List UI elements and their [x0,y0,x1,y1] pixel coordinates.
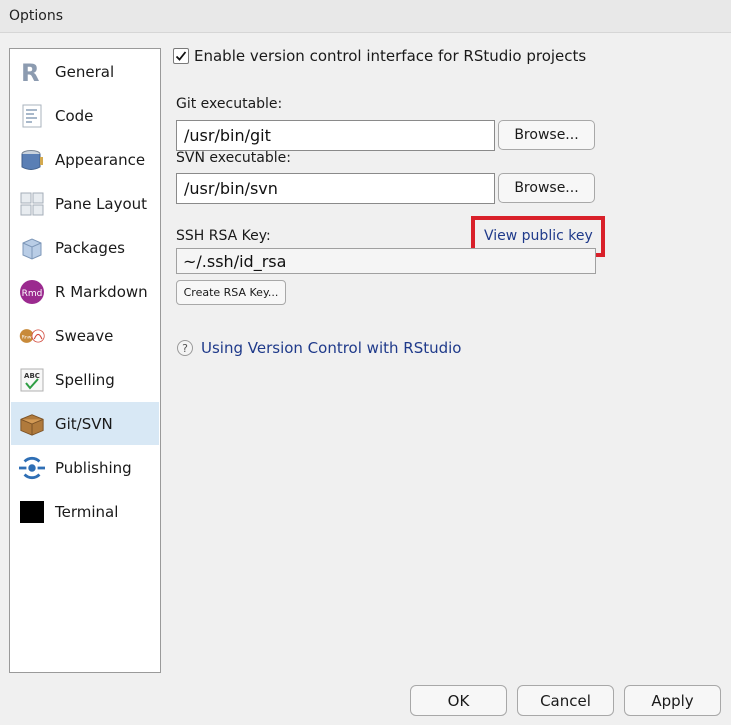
version-control-help-link[interactable]: Using Version Control with RStudio [201,339,461,357]
sidebar-item-r-markdown[interactable]: Rmd R Markdown [11,270,159,313]
code-document-icon [19,103,45,129]
spelling-abc-icon: ABC [19,367,45,393]
window-title: Options [9,8,64,24]
sidebar-item-label: General [55,62,115,81]
git-svn-panel: Enable version control interface for RSt… [161,33,731,673]
sidebar-item-appearance[interactable]: Appearance [11,138,159,181]
sidebar-item-packages[interactable]: Packages [11,226,159,269]
sidebar-item-label: Terminal [55,502,119,521]
sidebar-item-label: Sweave [55,326,114,345]
apply-button[interactable]: Apply [624,685,721,716]
sidebar-item-label: Publishing [55,458,132,477]
paint-bucket-icon [19,147,45,173]
checkmark-icon [175,51,187,61]
view-public-key-link[interactable]: View public key [484,228,593,244]
svg-text:Rnw: Rnw [22,334,32,340]
svg-text:R: R [21,59,39,85]
package-box-icon [19,235,45,261]
ssh-rsa-key-field: ~/.ssh/id_rsa [176,248,596,274]
ssh-rsa-key-label: SSH RSA Key: [176,228,271,244]
help-row[interactable]: ? Using Version Control with RStudio [177,339,461,357]
cancel-button[interactable]: Cancel [517,685,614,716]
ok-button[interactable]: OK [410,685,507,716]
git-browse-button[interactable]: Browse... [498,120,595,150]
sidebar-item-publishing[interactable]: Publishing [11,446,159,489]
svn-executable-label: SVN executable: [176,150,291,166]
options-sidebar: R General Code Appearance Pane Layout Pa… [9,48,161,673]
rmd-icon: Rmd [19,279,45,305]
create-rsa-key-button[interactable]: Create RSA Key... [176,280,286,305]
enable-vcs-checkbox[interactable] [173,48,189,64]
sidebar-item-general[interactable]: R General [11,50,159,93]
svn-executable-input[interactable] [176,173,495,204]
sidebar-item-sweave[interactable]: Rnw Sweave [11,314,159,357]
sidebar-item-label: Spelling [55,370,115,389]
svg-text:Rmd: Rmd [22,289,43,299]
git-executable-input[interactable] [176,120,495,151]
r-logo-icon: R [19,59,45,85]
sidebar-item-label: Git/SVN [55,414,113,433]
title-bar: Options [0,0,731,33]
help-question-icon: ? [177,340,193,356]
sweave-icon: Rnw [19,323,45,349]
enable-vcs-row[interactable]: Enable version control interface for RSt… [173,47,586,65]
sidebar-item-terminal[interactable]: Terminal [11,490,159,533]
sidebar-item-label: Appearance [55,150,146,169]
sidebar-item-label: Pane Layout [55,194,148,213]
sidebar-item-git-svn[interactable]: Git/SVN [11,402,159,445]
git-executable-label: Git executable: [176,96,283,112]
sidebar-item-pane-layout[interactable]: Pane Layout [11,182,159,225]
sidebar-item-spelling[interactable]: ABC Spelling [11,358,159,401]
svn-browse-button[interactable]: Browse... [498,173,595,203]
pane-layout-icon [19,191,45,217]
sidebar-item-label: Packages [55,238,125,257]
git-box-icon [19,411,45,437]
sidebar-item-code[interactable]: Code [11,94,159,137]
enable-vcs-label: Enable version control interface for RSt… [194,47,587,65]
sidebar-item-label: Code [55,106,94,125]
sidebar-item-label: R Markdown [55,282,148,301]
publishing-icon [19,455,45,481]
terminal-icon [19,499,45,525]
